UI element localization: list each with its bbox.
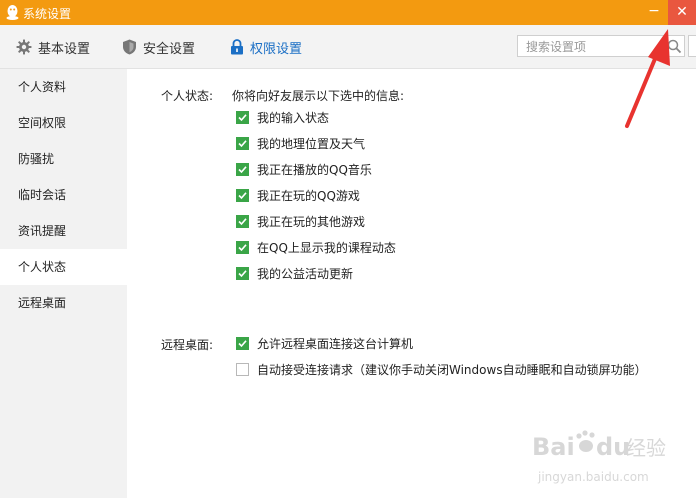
sidebar-item-anti-harassment[interactable]: 防骚扰 — [0, 141, 127, 177]
search-input[interactable] — [524, 37, 668, 57]
tab-label: 权限设置 — [250, 41, 303, 57]
watermark-brand: Bai — [532, 433, 575, 461]
window-title: 系统设置 — [23, 7, 72, 21]
checkbox-label: 自动接受连接请求（建议你手动关闭Windows自动睡眠和自动锁屏功能） — [257, 362, 647, 377]
personal-status-intro: 你将向好友展示以下选中的信息: — [232, 89, 405, 103]
close-button[interactable]: ✕ — [668, 0, 696, 25]
baidu-watermark: Bai du 经验 jingyan.baidu.com — [532, 430, 666, 484]
checkbox-label: 在QQ上显示我的课程动态 — [257, 240, 396, 255]
checkbox-label: 我正在玩的其他游戏 — [257, 214, 366, 229]
checkmark-icon — [238, 139, 247, 147]
title-bar: 系统设置 − ✕ — [0, 0, 696, 25]
checkbox-checked[interactable] — [236, 240, 249, 254]
checkbox-label: 我正在播放的QQ音乐 — [257, 162, 372, 177]
checkbox-other-game[interactable]: 我正在玩的其他游戏 — [236, 213, 365, 229]
shield-icon — [123, 39, 136, 55]
checkmark-icon — [238, 191, 247, 199]
sidebar-item-personal-status[interactable]: 个人状态 — [0, 249, 127, 285]
checkbox-checked[interactable] — [236, 162, 249, 176]
checkbox-label: 我的公益活动更新 — [257, 266, 354, 281]
checkbox-checked[interactable] — [236, 266, 249, 280]
sidebar-item-remote-desktop[interactable]: 远程桌面 — [0, 285, 127, 321]
checkmark-icon — [238, 113, 247, 121]
menu-button[interactable] — [688, 35, 696, 57]
checkbox-label: 我的地理位置及天气 — [257, 136, 366, 151]
remote-desktop-label: 远程桌面: — [161, 338, 214, 352]
watermark-url: jingyan.baidu.com — [537, 470, 649, 484]
checkbox-label: 我正在玩的QQ游戏 — [257, 188, 360, 203]
sidebar-item-space-permission[interactable]: 空间权限 — [0, 105, 127, 141]
top-tab-bar: 基本设置 安全设置 权限设置 — [0, 25, 696, 69]
checkmark-icon — [238, 217, 247, 225]
checkbox-allow-remote-desktop[interactable]: 允许远程桌面连接这台计算机 — [236, 335, 413, 351]
tab-label: 安全设置 — [143, 41, 196, 57]
paw-icon — [576, 430, 595, 452]
checkbox-checked[interactable] — [236, 336, 249, 350]
search-box — [517, 35, 685, 57]
checkbox-charity-update[interactable]: 我的公益活动更新 — [236, 265, 353, 281]
checkbox-auto-accept-connection[interactable]: 自动接受连接请求（建议你手动关闭Windows自动睡眠和自动锁屏功能） — [236, 361, 647, 377]
sidebar-item-profile[interactable]: 个人资料 — [0, 69, 127, 105]
gear-icon — [16, 39, 32, 55]
checkmark-icon — [238, 339, 247, 347]
watermark-cn: 经验 — [626, 436, 666, 460]
checkbox-checked[interactable] — [236, 136, 249, 150]
minimize-button[interactable]: − — [640, 0, 668, 25]
qq-penguin-icon — [6, 5, 19, 20]
checkbox-checked[interactable] — [236, 214, 249, 228]
checkbox-checked[interactable] — [236, 110, 249, 124]
checkbox-input-status[interactable]: 我的输入状态 — [236, 109, 329, 125]
checkbox-qq-game[interactable]: 我正在玩的QQ游戏 — [236, 187, 360, 203]
lock-icon — [231, 39, 243, 55]
sidebar: 个人资料 空间权限 防骚扰 临时会话 资讯提醒 个人状态 远程桌面 — [0, 69, 127, 498]
tab-permission-settings[interactable]: 权限设置 — [230, 37, 302, 57]
sidebar-item-news-reminder[interactable]: 资讯提醒 — [0, 213, 127, 249]
checkmark-icon — [238, 243, 247, 251]
personal-status-label: 个人状态: — [161, 89, 214, 103]
checkbox-label: 允许远程桌面连接这台计算机 — [257, 336, 414, 351]
checkmark-icon — [238, 165, 247, 173]
checkbox-label: 我的输入状态 — [257, 110, 330, 125]
tab-security-settings[interactable]: 安全设置 — [122, 37, 195, 57]
checkbox-qq-music[interactable]: 我正在播放的QQ音乐 — [236, 161, 372, 177]
tab-basic-settings[interactable]: 基本设置 — [16, 37, 90, 57]
checkbox-unchecked[interactable] — [236, 362, 249, 376]
checkbox-checked[interactable] — [236, 188, 249, 202]
checkmark-icon — [238, 269, 247, 277]
tab-label: 基本设置 — [38, 41, 91, 57]
search-icon[interactable] — [667, 39, 682, 54]
checkbox-location-weather[interactable]: 我的地理位置及天气 — [236, 135, 365, 151]
sidebar-item-temp-session[interactable]: 临时会话 — [0, 177, 127, 213]
checkbox-course-activity[interactable]: 在QQ上显示我的课程动态 — [236, 239, 396, 255]
